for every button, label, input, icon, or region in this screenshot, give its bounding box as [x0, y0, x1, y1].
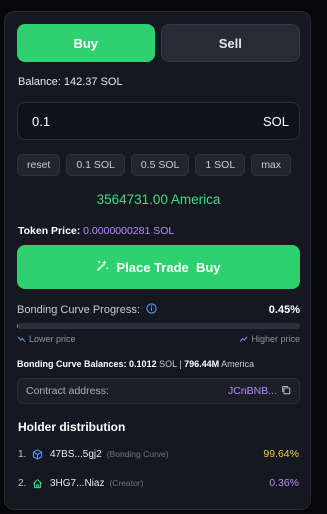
contract-address-label: Contract address:	[26, 385, 109, 397]
info-icon[interactable]	[146, 303, 157, 317]
contract-address-row: Contract address: JCnBNB...	[17, 378, 300, 404]
place-trade-label: Place Trade Buy	[116, 259, 221, 275]
balances-sol-value: 0.1012	[129, 359, 157, 369]
balances-token-value: 796.44M	[184, 359, 220, 369]
holder-row[interactable]: 1. 47BS...5gj2 (Bonding Curve) 99.64%	[18, 446, 299, 462]
home-icon	[32, 477, 44, 489]
holder-address: 47BS...5gj2	[50, 448, 102, 460]
amount-field[interactable]: SOL	[17, 102, 300, 140]
amount-unit: SOL	[262, 113, 289, 129]
balance-text: Balance: 142.37 SOL	[18, 76, 123, 88]
balances-label: Bonding Curve Balances:	[17, 359, 127, 369]
balances-sol-text: SOL |	[159, 359, 182, 369]
contract-address[interactable]: JCnBNB...	[228, 385, 291, 398]
trade-tabs: Buy Sell	[17, 24, 300, 62]
bonding-curve-percent: 0.45%	[268, 304, 300, 316]
price-range-labels: Lower price Higher price	[17, 334, 300, 344]
trend-up-icon	[240, 336, 248, 342]
preset-0.1-button[interactable]: 0.1 SOL	[66, 154, 125, 176]
sparkle-icon	[96, 259, 109, 275]
holder-percent: 0.36%	[269, 477, 299, 489]
estimated-output: 3564731.00 America	[96, 192, 221, 207]
bonding-curve-balances: Bonding Curve Balances: 0.1012 SOL | 796…	[17, 359, 254, 369]
holder-rank: 2.	[18, 477, 27, 489]
lower-price: Lower price	[17, 334, 76, 344]
bonding-curve-header: Bonding Curve Progress: 0.45%	[17, 303, 300, 317]
token-price: Token Price: 0.0000000281 SOL	[18, 225, 174, 237]
trend-down-icon	[17, 336, 26, 342]
cube-icon	[32, 448, 44, 460]
bonding-curve-label: Bonding Curve Progress:	[17, 304, 140, 316]
preset-max-button[interactable]: max	[251, 154, 292, 176]
preset-reset-button[interactable]: reset	[17, 154, 61, 176]
lower-price-label: Lower price	[29, 334, 76, 344]
amount-input[interactable]	[32, 113, 232, 129]
holder-tag: (Creator)	[109, 478, 144, 488]
trade-panel: Buy Sell Balance: 142.37 SOL SOL reset 0…	[4, 11, 311, 510]
holder-row[interactable]: 2. 3HG7...Niaz (Creator) 0.36%	[18, 475, 299, 491]
bonding-curve-progress-bar	[17, 323, 300, 329]
preset-0.5-button[interactable]: 0.5 SOL	[130, 154, 190, 176]
higher-price-label: Higher price	[251, 334, 300, 344]
holder-address: 3HG7...Niaz	[50, 477, 105, 489]
buy-tab[interactable]: Buy	[17, 24, 155, 62]
bonding-curve-label-group: Bonding Curve Progress:	[17, 303, 157, 317]
token-price-label: Token Price:	[18, 225, 81, 237]
copy-icon[interactable]	[281, 385, 291, 398]
preset-1-button[interactable]: 1 SOL	[195, 154, 246, 176]
preset-buttons: reset 0.1 SOL 0.5 SOL 1 SOL max	[17, 154, 292, 176]
token-price-value: 0.0000000281 SOL	[83, 225, 175, 237]
bonding-curve-progress-fill	[17, 323, 19, 329]
holder-percent: 99.64%	[263, 448, 299, 460]
contract-address-value: JCnBNB...	[227, 385, 277, 397]
balances-token-text: America	[221, 359, 255, 369]
place-trade-button[interactable]: Place Trade Buy	[17, 245, 300, 289]
holder-rank: 1.	[18, 448, 27, 460]
higher-price: Higher price	[239, 334, 300, 344]
sell-tab[interactable]: Sell	[160, 24, 300, 62]
holder-distribution-title: Holder distribution	[18, 420, 126, 434]
holder-tag: (Bonding Curve)	[106, 449, 169, 459]
